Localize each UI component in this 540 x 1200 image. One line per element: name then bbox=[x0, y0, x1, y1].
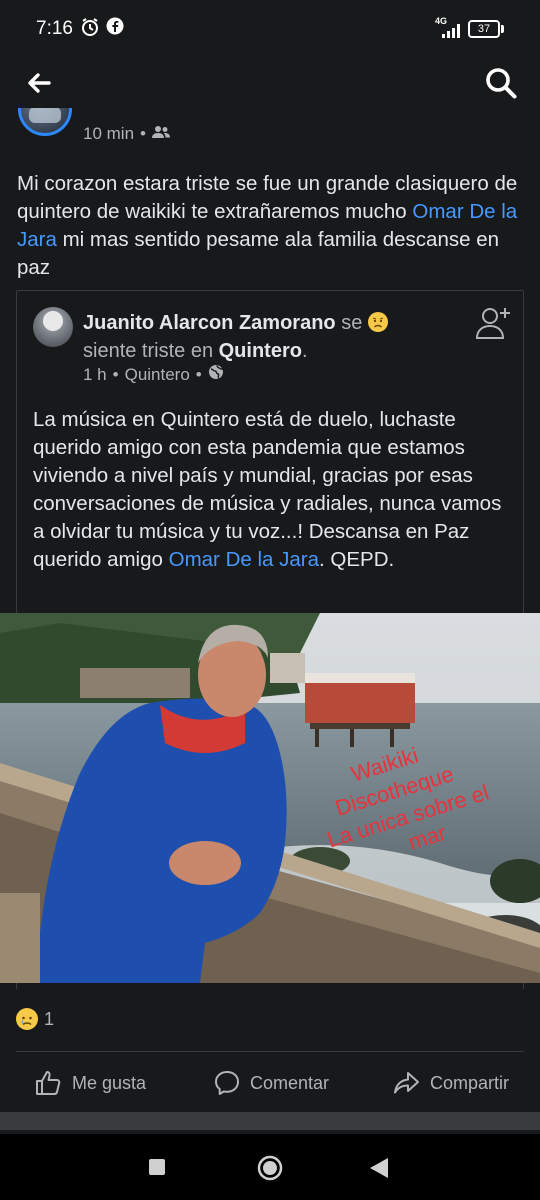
feed-separator bbox=[0, 1112, 540, 1130]
add-friend-icon[interactable] bbox=[474, 306, 512, 340]
feeling-prefix: se bbox=[335, 312, 368, 334]
status-time: 7:16 bbox=[36, 18, 73, 39]
system-navigation-bar bbox=[0, 1134, 540, 1200]
search-icon[interactable] bbox=[484, 66, 518, 100]
battery-level: 37 bbox=[468, 20, 500, 38]
battery-tip bbox=[501, 25, 504, 33]
back-triangle-icon[interactable] bbox=[370, 1158, 388, 1183]
shared-author-name[interactable]: Juanito Alarcon Zamorano bbox=[83, 312, 336, 334]
shared-meta: 1 h • Quintero • bbox=[83, 364, 224, 385]
sad-reaction-icon bbox=[16, 1008, 38, 1030]
post-text-part2: mi mas sentido pesame ala familia descan… bbox=[17, 228, 500, 279]
post-header: 10 min • bbox=[0, 108, 540, 158]
feeling-location[interactable]: Quintero bbox=[219, 340, 302, 362]
divider bbox=[16, 1051, 524, 1052]
share-label: Compartir bbox=[430, 1072, 510, 1093]
like-button[interactable]: Me gusta bbox=[34, 1066, 146, 1100]
like-label: Me gusta bbox=[72, 1072, 147, 1093]
comment-icon bbox=[214, 1070, 240, 1096]
thumbs-up-icon bbox=[34, 1069, 62, 1097]
shared-text-body: La música en Quintero está de duelo, luc… bbox=[33, 408, 502, 571]
shared-mention-link[interactable]: Omar De la Jara bbox=[169, 548, 319, 571]
feeling-text: siente triste en bbox=[83, 340, 219, 362]
status-bar: 7:16 4G 37 bbox=[0, 0, 540, 58]
post-photo[interactable]: Waikiki Discotheque La unica sobre el ma… bbox=[0, 613, 540, 983]
alarm-icon bbox=[80, 17, 100, 42]
shared-place[interactable]: Quintero bbox=[125, 365, 190, 385]
shared-author-avatar[interactable] bbox=[33, 307, 73, 347]
friends-icon bbox=[151, 124, 170, 144]
shared-author-line: Juanito Alarcon Zamorano se siente trist… bbox=[83, 309, 443, 365]
post-action-bar: Me gusta Comentar Compartir bbox=[0, 1056, 540, 1110]
post-time[interactable]: 10 min bbox=[83, 124, 134, 144]
share-icon bbox=[392, 1070, 420, 1096]
comment-button[interactable]: Comentar bbox=[214, 1066, 329, 1100]
share-button[interactable]: Compartir bbox=[392, 1066, 509, 1100]
globe-icon bbox=[208, 364, 224, 385]
meta-dot: • bbox=[195, 364, 202, 384]
post-text: Mi corazon estara triste se fue un grand… bbox=[17, 170, 532, 282]
sad-emoji-icon bbox=[367, 312, 388, 332]
meta-dot: • bbox=[140, 124, 146, 143]
shared-post-text: La música en Quintero está de duelo, luc… bbox=[33, 406, 513, 574]
feeling-suffix: . bbox=[301, 340, 308, 362]
reaction-count: 1 bbox=[44, 1008, 55, 1029]
arrow-left-icon[interactable] bbox=[24, 68, 54, 98]
top-app-bar bbox=[0, 58, 540, 108]
shared-time[interactable]: 1 h bbox=[83, 365, 107, 385]
home-icon[interactable] bbox=[257, 1155, 283, 1186]
facebook-notification-icon bbox=[106, 17, 124, 40]
reactions-summary[interactable]: 1 bbox=[16, 1008, 54, 1030]
meta-dot: • bbox=[112, 364, 119, 384]
recent-apps-icon[interactable] bbox=[149, 1159, 165, 1180]
signal-icon bbox=[438, 24, 462, 43]
author-avatar[interactable] bbox=[18, 108, 72, 136]
shared-text-end: . QEPD. bbox=[319, 548, 395, 571]
comment-label: Comentar bbox=[250, 1072, 330, 1093]
post-meta: 10 min • bbox=[83, 124, 170, 144]
